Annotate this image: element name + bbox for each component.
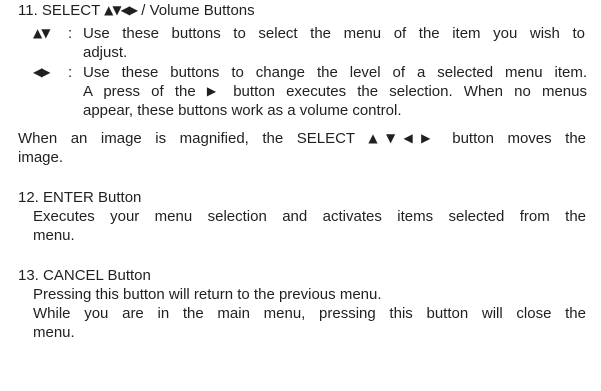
updown-colon: : <box>68 25 73 42</box>
select-arrows-icon-inline: ▲▼◀▶ <box>368 131 439 145</box>
up-down-arrows-icon: ▲▼ <box>33 26 50 40</box>
updown-desc-line2: adjust. <box>83 44 128 61</box>
leftright-desc-line1: Use these buttons to change the level of… <box>83 64 587 81</box>
leftright-desc-line3: appear, these buttons work as a volume c… <box>83 102 402 119</box>
leftright-colon: : <box>68 64 73 81</box>
magnify-note-line2: image. <box>18 149 64 166</box>
left-right-arrows-icon: ◀▶ <box>33 65 50 79</box>
section-12-line2: menu. <box>33 227 75 244</box>
updown-symbol: ▲▼ <box>33 25 50 43</box>
magnify-note-text: When an image is magnified, the SELECT <box>18 130 369 147</box>
right-arrow-icon: ▶ <box>206 84 223 98</box>
section-13-line2: While you are in the main menu, pressing… <box>33 305 586 322</box>
section-12-heading: 12. ENTER Button <box>18 189 142 206</box>
leftright-line2-text-suffix: button executes the selection. When no m… <box>222 83 587 100</box>
select-arrows-icon: ▲▼◀▶ <box>104 3 138 17</box>
section-13-line1: Pressing this button will return to the … <box>33 286 382 303</box>
leftright-line2-text: A press of the <box>83 83 207 100</box>
leftright-desc-line2: A press of the ▶ button executes the sel… <box>83 83 587 101</box>
section-13-heading: 13. CANCEL Button <box>18 267 151 284</box>
magnify-note-text-suffix: button moves the <box>438 130 587 147</box>
section-13-line3: menu. <box>33 324 75 341</box>
section-12-line1: Executes your menu selection and activat… <box>33 208 586 225</box>
updown-desc-line1: Use these buttons to select the menu of … <box>83 25 585 42</box>
section-11-heading: 11. SELECT ▲▼◀▶ / Volume Buttons <box>18 2 255 20</box>
heading-text-suffix: / Volume Buttons <box>137 2 255 19</box>
magnify-note-line1: When an image is magnified, the SELECT ▲… <box>18 130 586 148</box>
heading-text: 11. SELECT <box>18 2 105 19</box>
leftright-symbol: ◀▶ <box>33 64 50 82</box>
